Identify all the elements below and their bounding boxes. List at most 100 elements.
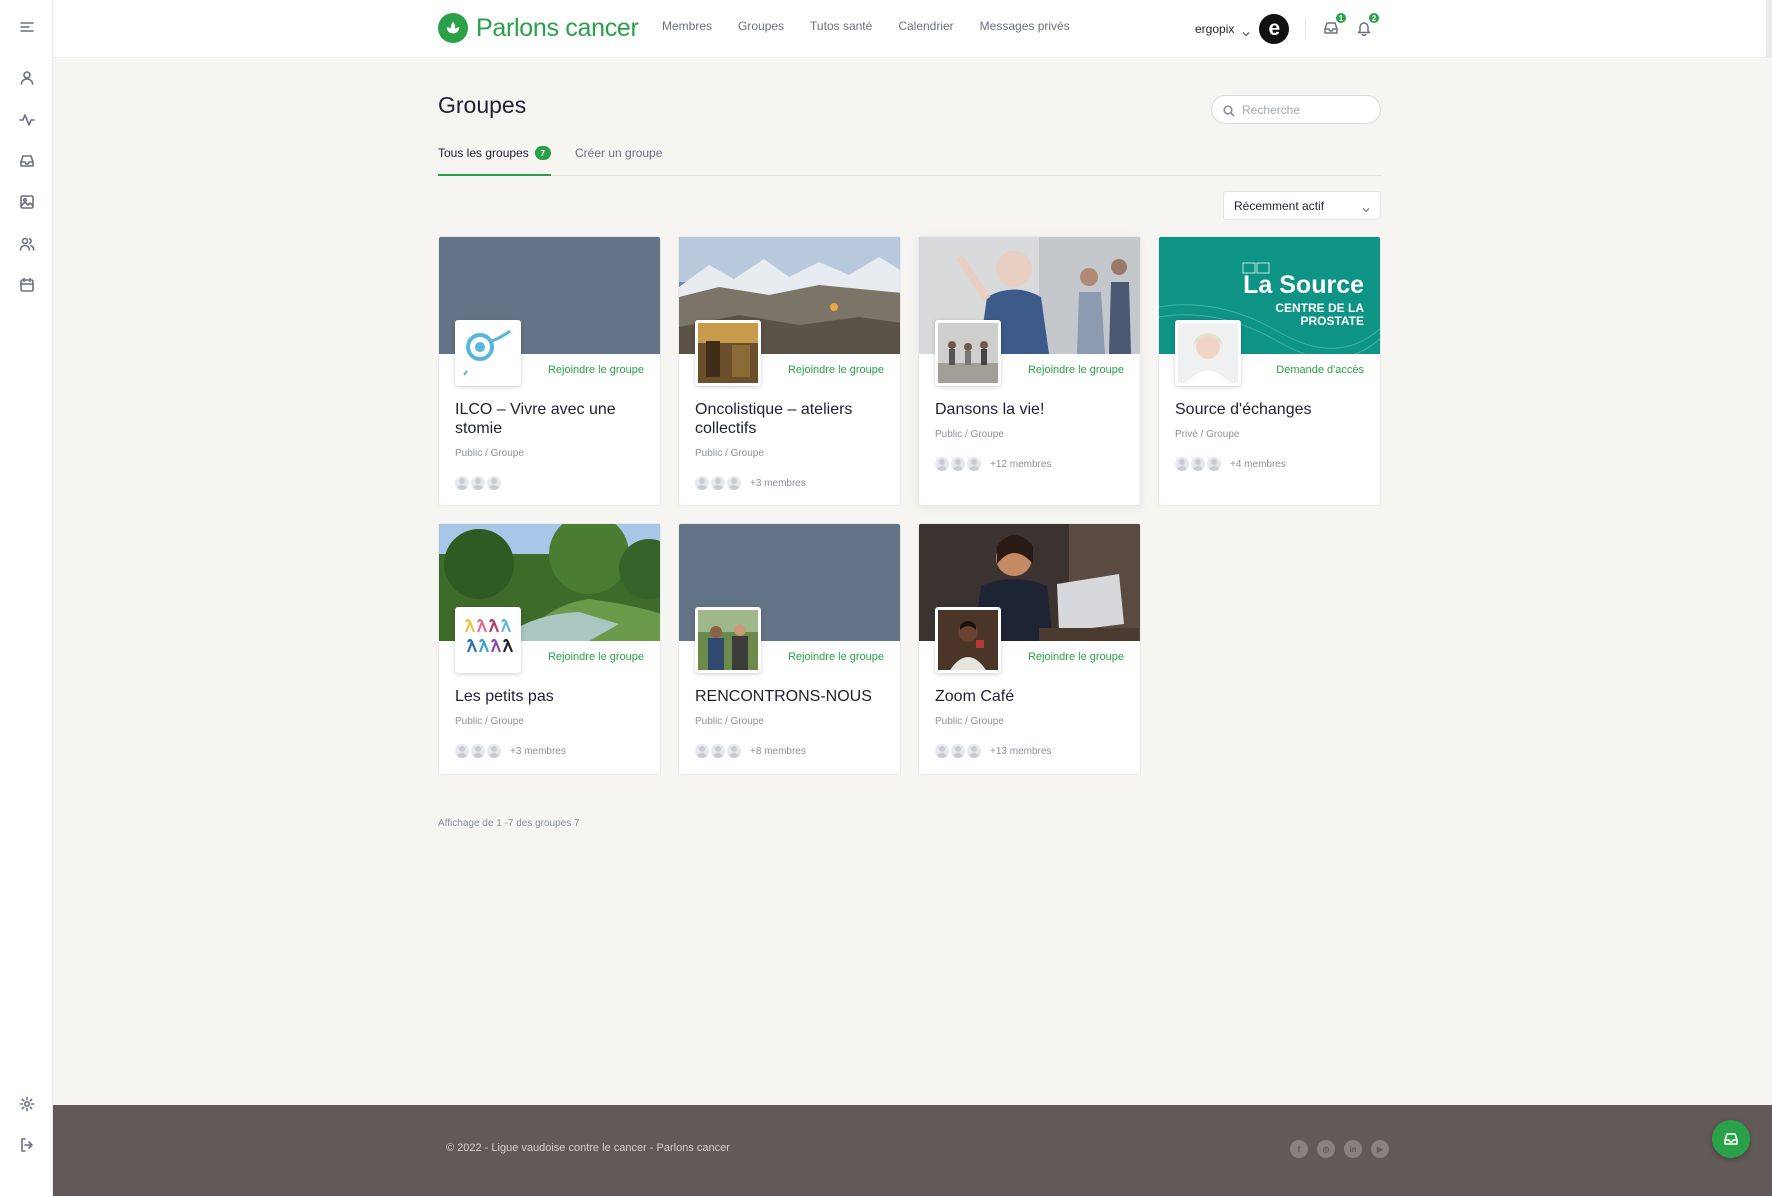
search-icon: [1223, 104, 1235, 117]
member-avatar: [935, 744, 949, 758]
member-avatar: [935, 457, 949, 471]
member-avatar: [455, 744, 469, 758]
settings-icon[interactable]: [14, 1091, 40, 1117]
scrollbar[interactable]: [1766, 0, 1772, 58]
menu-icon[interactable]: [14, 14, 40, 40]
inbox-icon: [1724, 1133, 1738, 1145]
image-icon[interactable]: [14, 189, 40, 215]
join-group-button[interactable]: Rejoindre le groupe: [788, 651, 884, 663]
search-input[interactable]: [1242, 102, 1372, 117]
groups-count-badge: 7: [534, 146, 551, 160]
users-icon[interactable]: [14, 231, 40, 257]
members-count: +3 membres: [750, 477, 806, 489]
group-tabs: Tous les groupes 7 Créer un groupe: [438, 140, 1382, 176]
nav-groupes[interactable]: Groupes: [738, 19, 784, 33]
sort-select[interactable]: Récemment actif: [1223, 191, 1381, 220]
members-count: +8 membres: [750, 745, 806, 757]
join-group-button[interactable]: Rejoindre le groupe: [548, 651, 644, 663]
member-avatar: [727, 476, 741, 490]
user-menu[interactable]: ergopix e: [1195, 14, 1290, 44]
member-avatar: [471, 744, 485, 758]
join-group-button[interactable]: Rejoindre le groupe: [1028, 364, 1124, 376]
messages-button[interactable]: 1: [1323, 12, 1347, 37]
member-avatar: [1191, 457, 1205, 471]
instagram-icon[interactable]: ◎: [1317, 1140, 1335, 1158]
group-card[interactable]: Rejoindre le groupe Dansons la vie! Publ…: [918, 236, 1141, 506]
group-avatar-photo[interactable]: [695, 607, 761, 673]
group-title[interactable]: Oncolistique – ateliers collectifs: [695, 400, 887, 438]
tab-create-group[interactable]: Créer un groupe: [575, 143, 662, 163]
copyright-text: © 2022 - Ligue vaudoise contre le cancer…: [446, 1142, 730, 1154]
group-type: Privé / Groupe: [1175, 429, 1240, 440]
group-type: Public / Groupe: [935, 716, 1004, 727]
group-card[interactable]: Rejoindre le groupe Zoom Café Public / G…: [918, 523, 1141, 775]
pagination-info: Affichage de 1 -7 des groupes 7: [438, 818, 580, 829]
members-count: +3 membres: [510, 745, 566, 757]
nav-tutos-sante[interactable]: Tutos santé: [810, 19, 872, 33]
group-avatar-photo[interactable]: [935, 320, 1001, 386]
nav-calendrier[interactable]: Calendrier: [898, 19, 953, 33]
main-nav: Membres Groupes Tutos santé Calendrier M…: [662, 19, 1096, 33]
group-title[interactable]: Dansons la vie!: [935, 400, 1127, 419]
linkedin-icon[interactable]: in: [1344, 1140, 1362, 1158]
cover-text: La Source CENTRE DE LA PROSTATE: [1243, 273, 1364, 328]
activity-icon[interactable]: [14, 107, 40, 133]
messages-badge: 1: [1335, 12, 1347, 24]
facebook-icon[interactable]: f: [1290, 1140, 1308, 1158]
chevron-down-icon: [1242, 25, 1250, 37]
group-title[interactable]: RENCONTRONS-NOUS: [695, 687, 887, 706]
group-title[interactable]: Les petits pas: [455, 687, 647, 706]
group-avatar-ilco-logo[interactable]: [455, 320, 521, 386]
group-members: +3 membres: [695, 476, 806, 490]
site-footer: © 2022 - Ligue vaudoise contre le cancer…: [53, 1105, 1772, 1196]
members-count: +12 membres: [990, 458, 1052, 470]
group-card[interactable]: La Source CENTRE DE LA PROSTATE Demande …: [1158, 236, 1381, 506]
user-icon[interactable]: [14, 65, 40, 91]
member-avatar: [967, 744, 981, 758]
youtube-icon[interactable]: ▶: [1371, 1140, 1389, 1158]
tab-all-groups[interactable]: Tous les groupes 7: [438, 143, 551, 163]
tab-label: Créer un groupe: [575, 146, 663, 160]
group-title[interactable]: ILCO – Vivre avec une stomie: [455, 400, 647, 438]
group-type: Public / Groupe: [935, 429, 1004, 440]
group-members: +8 membres: [695, 744, 806, 758]
cover-subtitle: CENTRE DE LA: [1275, 301, 1364, 315]
members-count: +13 membres: [990, 745, 1052, 757]
join-group-button[interactable]: Rejoindre le groupe: [1028, 651, 1124, 663]
group-title[interactable]: Zoom Café: [935, 687, 1127, 706]
top-header: Parlons cancer Membres Groupes Tutos san…: [53, 0, 1772, 58]
nav-membres[interactable]: Membres: [662, 19, 712, 33]
site-logo[interactable]: Parlons cancer: [438, 12, 639, 44]
group-card[interactable]: Rejoindre le groupe Les petits pas Publi…: [438, 523, 661, 775]
group-avatar-photo[interactable]: [935, 607, 1001, 673]
join-group-button[interactable]: Rejoindre le groupe: [548, 364, 644, 376]
group-type: Public / Groupe: [455, 448, 524, 459]
group-card[interactable]: Rejoindre le groupe ILCO – Vivre avec un…: [438, 236, 661, 506]
logo-text: Parlons cancer: [476, 13, 639, 42]
member-avatar: [951, 744, 965, 758]
notifications-button[interactable]: 2: [1356, 12, 1380, 37]
tab-label: Tous les groupes: [438, 146, 529, 160]
group-avatar-photo[interactable]: [695, 320, 761, 386]
request-access-button[interactable]: Demande d'accès: [1276, 364, 1364, 376]
group-members: +3 membres: [455, 744, 566, 758]
group-avatar-photo[interactable]: [1175, 320, 1241, 386]
logout-icon[interactable]: [14, 1132, 40, 1158]
avatar[interactable]: e: [1259, 14, 1290, 44]
group-title[interactable]: Source d'échanges: [1175, 400, 1367, 419]
left-sidebar: [0, 0, 53, 1196]
active-tab-indicator: [438, 174, 551, 176]
group-card[interactable]: Rejoindre le groupe RENCONTRONS-NOUS Pub…: [678, 523, 901, 775]
chat-button[interactable]: [1712, 1120, 1750, 1158]
group-type: Public / Groupe: [455, 716, 524, 727]
inbox-icon[interactable]: [14, 148, 40, 174]
search-box: [1211, 95, 1381, 124]
calendar-icon[interactable]: [14, 272, 40, 298]
group-avatar-ribbons[interactable]: [455, 607, 521, 673]
group-card[interactable]: Rejoindre le groupe Oncolistique – ateli…: [678, 236, 901, 506]
username: ergopix: [1195, 22, 1235, 36]
member-avatar: [487, 744, 501, 758]
nav-messages-prives[interactable]: Messages privés: [980, 19, 1070, 33]
group-type: Public / Groupe: [695, 716, 764, 727]
join-group-button[interactable]: Rejoindre le groupe: [788, 364, 884, 376]
